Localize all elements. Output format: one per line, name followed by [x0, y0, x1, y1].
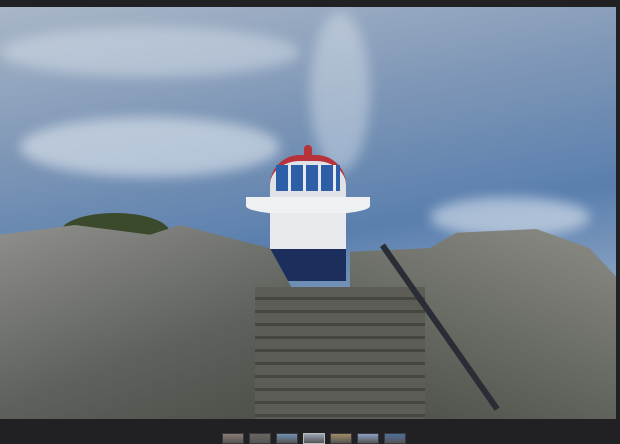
thumbnail[interactable] — [249, 433, 271, 444]
cloud — [20, 117, 280, 177]
thumbnail[interactable] — [303, 433, 325, 444]
thumbnail[interactable] — [384, 433, 406, 444]
cloud — [310, 12, 370, 172]
thumbnail[interactable] — [222, 433, 244, 444]
cloud — [0, 27, 300, 77]
thumbnail[interactable] — [330, 433, 352, 444]
photo-viewer-image[interactable] — [0, 7, 616, 419]
thumbnail-strip — [222, 433, 406, 444]
stone-stairs — [255, 287, 425, 419]
thumbnail[interactable] — [276, 433, 298, 444]
thumbnail[interactable] — [357, 433, 379, 444]
